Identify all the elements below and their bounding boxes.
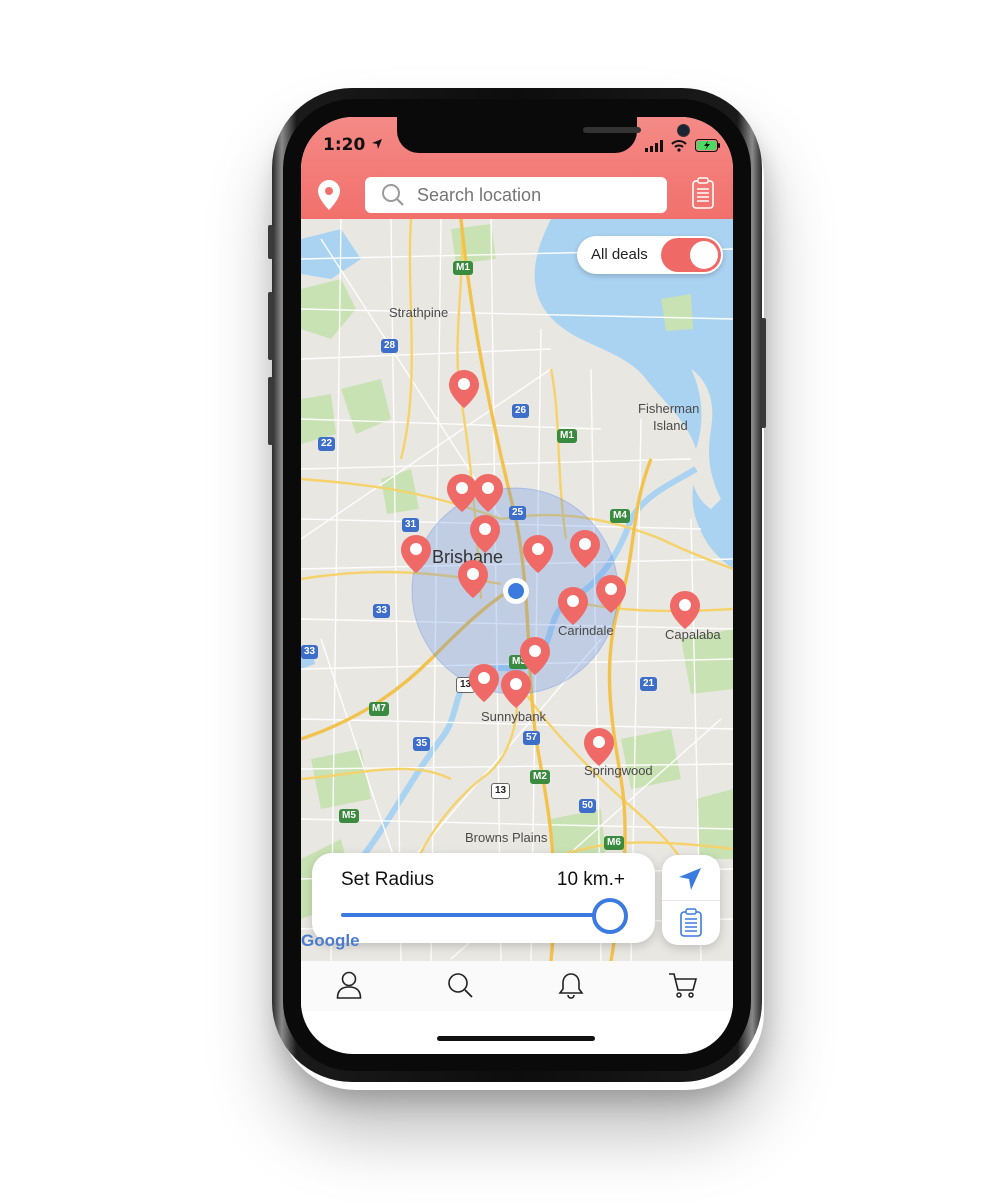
divider xyxy=(662,900,720,901)
toggle-knob xyxy=(690,241,718,269)
deal-pin[interactable] xyxy=(596,575,626,613)
set-radius-card: Set Radius 10 km.+ xyxy=(312,853,655,943)
all-deals-label: All deals xyxy=(591,246,648,263)
location-arrow-icon xyxy=(371,135,383,155)
tab-search[interactable] xyxy=(440,971,480,1003)
deal-pin[interactable] xyxy=(473,474,503,512)
tab-cart[interactable] xyxy=(663,971,703,1003)
speaker xyxy=(583,127,641,133)
cart-icon xyxy=(668,971,698,1003)
radius-slider-thumb[interactable] xyxy=(592,898,628,934)
deal-pin[interactable] xyxy=(584,728,614,766)
volume-up-button xyxy=(268,292,273,360)
home-indicator[interactable] xyxy=(437,1036,595,1041)
volume-down-button xyxy=(268,377,273,445)
deal-pin[interactable] xyxy=(523,535,553,573)
deal-pin[interactable] xyxy=(447,474,477,512)
tab-bar xyxy=(301,961,733,1011)
all-deals-toggle[interactable] xyxy=(661,238,721,272)
status-time: 1:20 xyxy=(323,135,383,155)
radius-value: 10 km.+ xyxy=(556,869,625,890)
deal-pin[interactable] xyxy=(458,560,488,598)
header-bar: 1:20 xyxy=(301,117,733,219)
silent-switch xyxy=(268,225,273,259)
profile-icon xyxy=(336,971,362,1003)
deal-pin[interactable] xyxy=(449,370,479,408)
phone-screen: Strathpine Fisherman Island Brisbane Car… xyxy=(301,117,733,1054)
search-icon xyxy=(446,971,474,1003)
clipboard-icon[interactable] xyxy=(679,908,703,942)
wifi-icon xyxy=(671,137,687,156)
power-button xyxy=(761,318,766,428)
current-location-dot xyxy=(508,583,524,599)
map-actions-card xyxy=(662,855,720,945)
deal-pin[interactable] xyxy=(501,670,531,708)
deal-pin[interactable] xyxy=(469,664,499,702)
search-location-field[interactable] xyxy=(365,177,667,213)
navigation-arrow-icon[interactable] xyxy=(677,866,703,896)
deal-pin[interactable] xyxy=(570,530,600,568)
map-pin-icon[interactable] xyxy=(318,180,340,214)
set-radius-label: Set Radius xyxy=(341,869,434,890)
search-input[interactable] xyxy=(415,183,639,207)
battery-icon xyxy=(695,137,721,156)
front-camera xyxy=(677,124,690,137)
status-icons xyxy=(645,137,721,156)
deal-pin[interactable] xyxy=(670,591,700,629)
deal-pin[interactable] xyxy=(520,637,550,675)
search-icon xyxy=(381,183,405,207)
status-time-text: 1:20 xyxy=(323,135,366,155)
bell-icon xyxy=(557,971,585,1003)
google-logo: Google xyxy=(301,931,360,950)
tab-profile[interactable] xyxy=(329,971,369,1003)
clipboard-icon[interactable] xyxy=(692,177,714,213)
tab-notifications[interactable] xyxy=(551,971,591,1003)
radius-slider[interactable] xyxy=(341,898,628,934)
map-view[interactable]: Strathpine Fisherman Island Brisbane Car… xyxy=(301,219,733,961)
signal-icon xyxy=(645,137,663,156)
radius-slider-fill xyxy=(341,913,609,917)
deal-pin[interactable] xyxy=(558,587,588,625)
deal-pin[interactable] xyxy=(401,535,431,573)
deal-pin[interactable] xyxy=(470,515,500,553)
deal-pins-layer xyxy=(401,370,700,766)
all-deals-toggle-container: All deals xyxy=(577,236,723,274)
notch xyxy=(397,117,690,153)
